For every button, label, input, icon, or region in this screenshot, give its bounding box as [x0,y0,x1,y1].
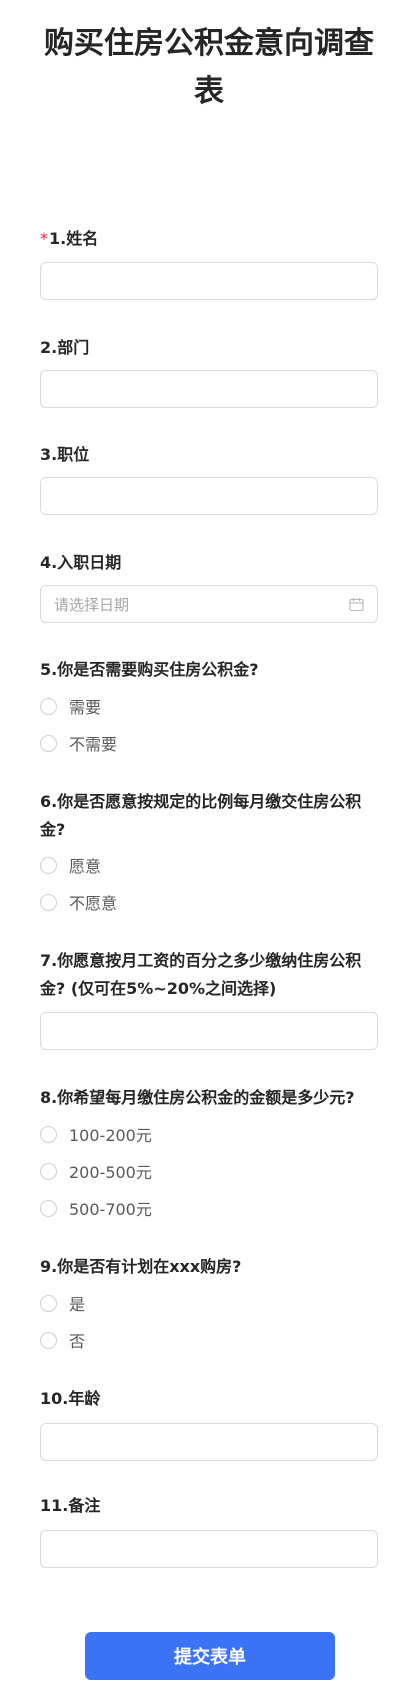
question-label-age: 10.年龄 [40,1389,101,1408]
radio-option-no-need[interactable]: 不需要 [40,731,117,755]
radio-label: 是 [69,1295,86,1314]
question-label-buy-plan: 9.你是否有计划在xxx购房? [40,1257,242,1276]
radio-circle[interactable] [40,1199,57,1217]
salary-percentage-input[interactable] [40,1012,378,1050]
radio-option-willing[interactable]: 愿意 [40,853,101,877]
radio-option-no[interactable]: 否 [40,1328,85,1352]
radio-option-500-700[interactable]: 500-700元 [40,1196,152,1220]
radio-circle[interactable] [40,893,57,911]
question-label-name: *1.姓名 [40,225,380,253]
radio-option-unwilling[interactable]: 不愿意 [40,890,117,914]
question-label-willing-to-pay: 6.你是否愿意按规定的比例每月缴交住房公积金? [40,792,362,839]
remarks-input[interactable] [40,1530,378,1568]
radio-circle[interactable] [40,697,57,715]
radio-option-need[interactable]: 需要 [40,694,101,718]
radio-label: 200-500元 [69,1163,152,1182]
radio-label: 否 [69,1332,86,1351]
page-title: 购买住房公积金意向调查表 [44,26,374,109]
question-label-position: 3.职位 [40,445,90,464]
question-label-salary-percentage: 7.你愿意按月工资的百分之多少缴纳住房公积金? (仅可在5%~20%之间选择) [40,951,362,998]
radio-label: 需要 [69,698,102,717]
submit-button[interactable]: 提交表单 [85,1632,335,1680]
question-label-department: 2.部门 [40,338,90,357]
radio-option-200-500[interactable]: 200-500元 [40,1159,152,1183]
radio-circle[interactable] [40,1125,57,1143]
radio-circle[interactable] [40,1162,57,1180]
radio-label: 500-700元 [69,1200,152,1219]
radio-circle[interactable] [40,1294,57,1312]
survey-form: 购买住房公积金意向调查表 *1.姓名 2.部门 3.职位 4.入职日期 请选择日… [0,0,418,1700]
date-placeholder: 请选择日期 [54,595,130,614]
radio-label: 不需要 [69,735,118,754]
radio-circle[interactable] [40,734,57,752]
radio-label: 100-200元 [69,1126,152,1145]
radio-circle[interactable] [40,856,57,874]
question-label-monthly-amount: 8.你希望每月缴住房公积金的金额是多少元? [40,1088,355,1107]
radio-label: 愿意 [69,857,102,876]
radio-option-yes[interactable]: 是 [40,1291,85,1315]
question-text: 1.姓名 [49,229,99,248]
radio-option-100-200[interactable]: 100-200元 [40,1122,152,1146]
question-label-remarks: 11.备注 [40,1496,101,1515]
calendar-icon [348,596,364,612]
department-input[interactable] [40,370,378,408]
hire-date-picker[interactable]: 请选择日期 [40,585,378,623]
name-input[interactable] [40,262,378,300]
position-input[interactable] [40,477,378,515]
age-input[interactable] [40,1423,378,1461]
question-label-need-fund: 5.你是否需要购买住房公积金? [40,660,259,679]
radio-circle[interactable] [40,1331,57,1349]
required-marker: * [40,229,48,248]
radio-label: 不愿意 [69,894,118,913]
question-label-hire-date: 4.入职日期 [40,553,122,572]
